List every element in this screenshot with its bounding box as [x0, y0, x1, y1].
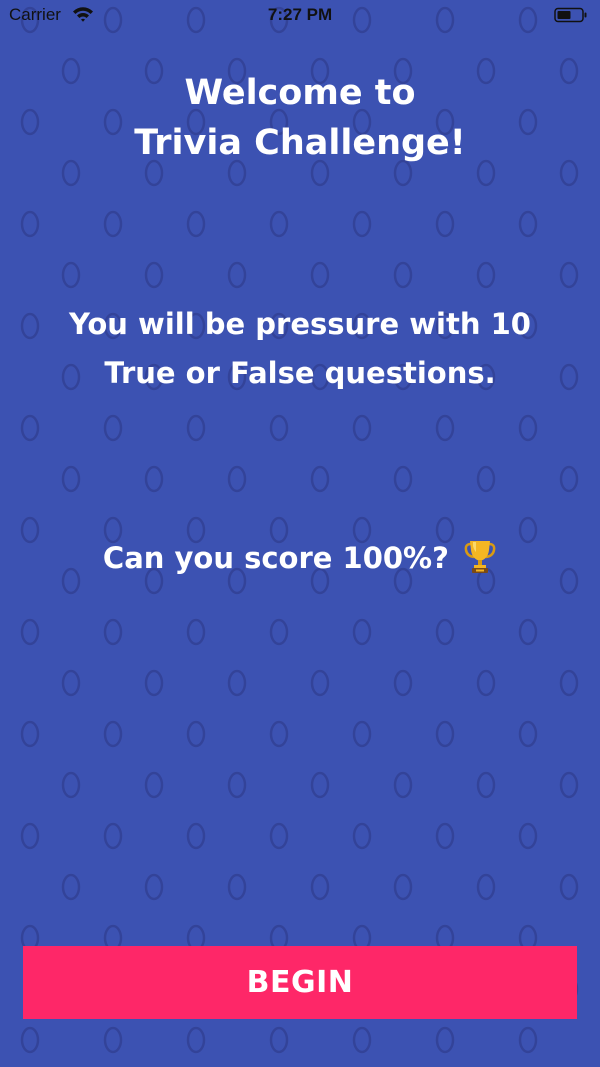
rules-text: You will be pressure with 10 True or Fal… — [0, 300, 600, 398]
title-line-1: Welcome to — [184, 73, 416, 113]
challenge-label: Can you score 100%? — [102, 541, 449, 575]
challenge-text: Can you score 100%? — [0, 536, 600, 580]
title-line-2: Trivia Challenge! — [134, 123, 466, 163]
status-bar: Carrier 7:27 PM — [0, 0, 600, 32]
rules-line-1: You will be pressure with 10 — [69, 307, 531, 341]
begin-button[interactable]: BEGIN — [23, 946, 577, 1019]
status-time: 7:27 PM — [267, 5, 333, 24]
welcome-title: Welcome to Trivia Challenge! — [0, 68, 600, 168]
trophy-icon — [464, 541, 496, 573]
battery-icon — [554, 7, 587, 23]
rules-line-2: True or False questions. — [104, 356, 496, 390]
